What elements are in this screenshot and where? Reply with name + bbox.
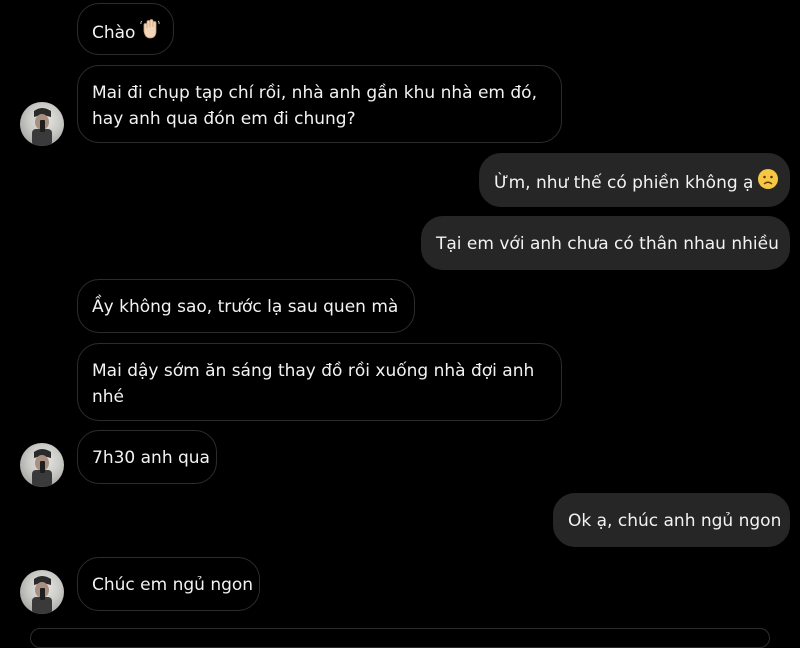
message-thread: Chào Mai đi chụp tạp chí rồi, nhà anh gầ…	[0, 0, 800, 648]
message-bubble-incoming[interactable]: Ầy không sao, trước lạ sau quen mà	[77, 279, 415, 333]
worried-face-icon	[757, 168, 779, 198]
message-bubble-outgoing[interactable]: Ok ạ, chúc anh ngủ ngon	[553, 493, 790, 547]
message-text-line: Mai dậy sớm ăn sáng thay đồ rồi xuống nh…	[92, 361, 535, 381]
message-text-line: Mai đi chụp tạp chí rồi, nhà anh gần khu…	[92, 83, 537, 103]
message-bubble-incoming[interactable]: 7h30 anh qua	[77, 430, 217, 484]
message-bubble-outgoing[interactable]: Tại em với anh chưa có thân nhau nhiều	[421, 216, 790, 270]
message-text: Tại em với anh chưa có thân nhau nhiều	[436, 234, 779, 254]
message-bubble-outgoing[interactable]: Ừm, như thế có phiền không ạ	[479, 153, 790, 207]
message-bubble-incoming[interactable]: Mai đi chụp tạp chí rồi, nhà anh gần khu…	[77, 65, 562, 143]
waving-hand-icon	[139, 18, 161, 48]
avatar[interactable]	[20, 443, 64, 487]
message-text: Ầy không sao, trước lạ sau quen mà	[92, 297, 399, 317]
avatar[interactable]	[20, 570, 64, 614]
message-bubble-incoming[interactable]: Chúc em ngủ ngon	[77, 557, 260, 611]
message-bubble-incoming[interactable]: Chào	[77, 3, 174, 55]
avatar[interactable]	[20, 102, 64, 146]
message-text-line: nhé	[92, 387, 125, 407]
message-bubble-incoming[interactable]: Mai dậy sớm ăn sáng thay đồ rồi xuống nh…	[77, 343, 562, 421]
message-text: Ok ạ, chúc anh ngủ ngon	[568, 511, 782, 531]
message-text: 7h30 anh qua	[92, 448, 210, 468]
message-text: Chào	[92, 23, 136, 43]
message-text: Chúc em ngủ ngon	[92, 575, 254, 595]
message-text-line: hay anh qua đón em đi chung?	[92, 109, 356, 129]
message-text: Ừm, như thế có phiền không ạ	[494, 173, 754, 193]
message-composer[interactable]	[30, 628, 770, 648]
